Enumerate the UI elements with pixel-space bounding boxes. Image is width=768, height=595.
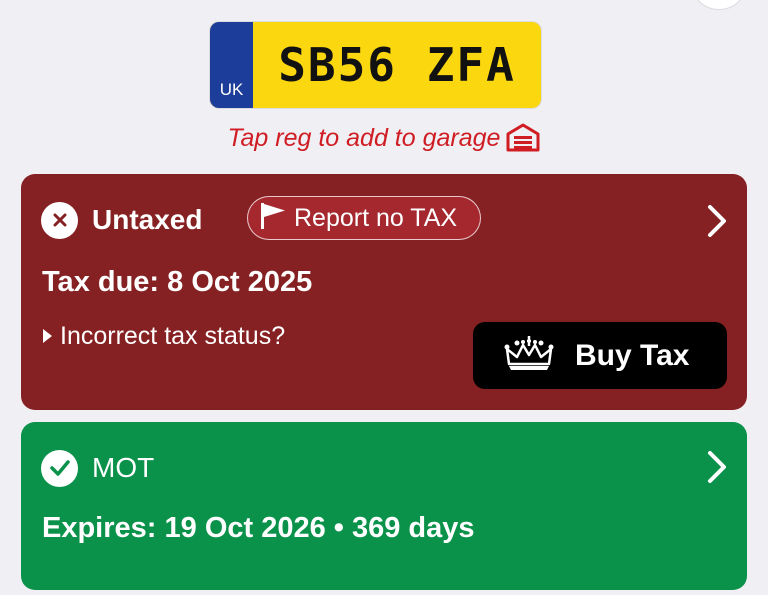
add-to-garage-text: Tap reg to add to garage	[227, 124, 501, 152]
incorrect-tax-status-link[interactable]: Incorrect tax status?	[42, 322, 285, 351]
add-to-garage-hint[interactable]: Tap reg to add to garage	[0, 120, 768, 156]
mot-expiry: Expires: 19 Oct 2026 • 369 days	[42, 512, 475, 544]
top-right-button[interactable]	[690, 0, 748, 10]
report-no-tax-button[interactable]: Report no TAX	[247, 196, 481, 240]
tax-card[interactable]: Untaxed Report no TAX Tax due: 8 Oct 202…	[21, 174, 747, 410]
mot-chevron-right-icon[interactable]	[705, 449, 729, 485]
tax-status-row: Untaxed	[41, 201, 202, 239]
report-no-tax-label: Report no TAX	[294, 203, 458, 232]
tax-chevron-right-icon[interactable]	[705, 203, 729, 239]
cross-circle-icon	[41, 201, 78, 239]
buy-tax-button[interactable]: Buy Tax	[473, 322, 727, 389]
plate-registration: SB56 ZFA	[278, 38, 516, 92]
mot-card[interactable]: MOT Expires: 19 Oct 2026 • 369 days	[21, 422, 747, 590]
mot-status-row: MOT	[41, 449, 154, 487]
plate-country-code: UK	[219, 80, 244, 99]
check-circle-icon	[41, 449, 78, 487]
number-plate[interactable]: UK SB56 ZFA	[210, 22, 541, 108]
flag-icon	[258, 201, 288, 236]
vehicle-summary-screen: UK SB56 ZFA Tap reg to add to garage Unt…	[0, 0, 768, 595]
incorrect-tax-status-label: Incorrect tax status?	[60, 322, 286, 350]
tax-due-date: Tax due: 8 Oct 2025	[42, 266, 313, 298]
crown-icon	[503, 333, 555, 378]
buy-tax-label: Buy Tax	[575, 338, 690, 372]
disclosure-triangle-icon	[42, 322, 53, 351]
mot-title: MOT	[92, 452, 155, 483]
garage-icon	[506, 122, 540, 162]
tax-status-label: Untaxed	[92, 204, 203, 235]
